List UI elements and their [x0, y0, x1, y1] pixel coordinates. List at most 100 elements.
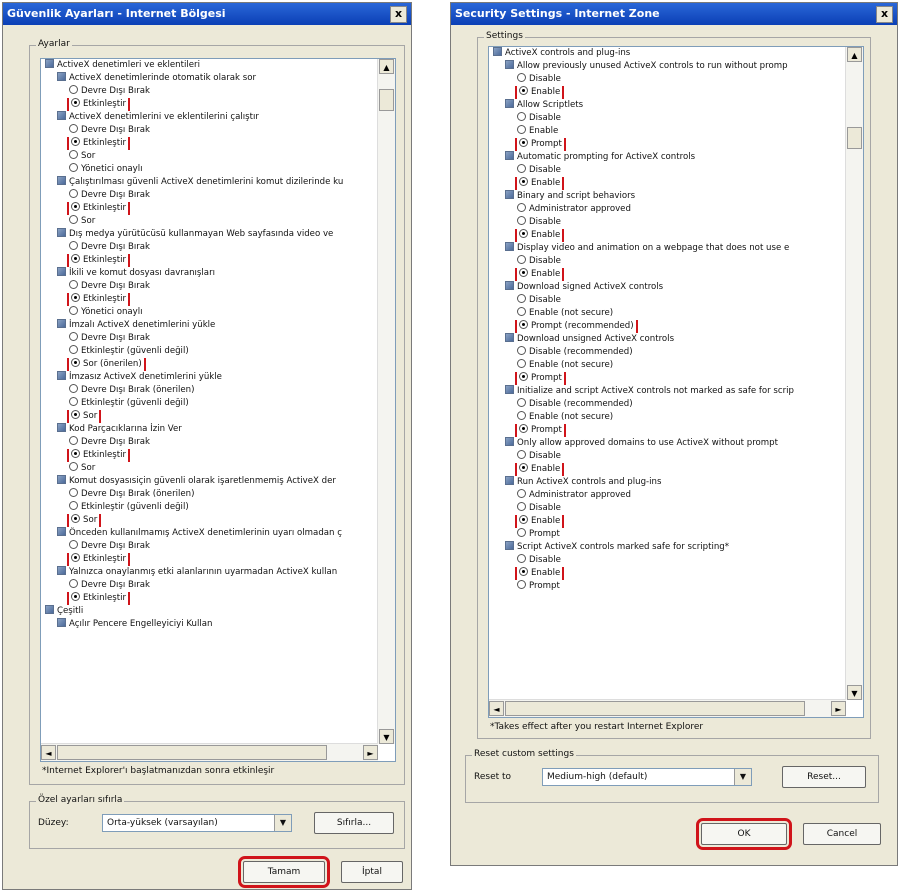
radio-icon[interactable] — [517, 450, 526, 459]
radio-icon[interactable] — [69, 163, 78, 172]
radio-selected-icon[interactable] — [71, 202, 80, 211]
radio-icon[interactable] — [69, 384, 78, 393]
radio-option[interactable]: Yönetici onaylı — [41, 306, 378, 319]
radio-icon[interactable] — [517, 216, 526, 225]
radio-selected-icon[interactable] — [519, 515, 528, 524]
radio-option[interactable]: Administrator approved — [489, 489, 846, 502]
radio-selected-icon[interactable] — [71, 449, 80, 458]
left-scroll-thumb[interactable] — [379, 89, 394, 111]
radio-option[interactable]: Devre Dışı Bırak — [41, 124, 378, 137]
radio-icon[interactable] — [517, 554, 526, 563]
right-vertical-scrollbar[interactable]: ▲ ▼ — [845, 47, 863, 700]
radio-selected-icon[interactable] — [519, 320, 528, 329]
radio-icon[interactable] — [517, 580, 526, 589]
radio-selected-icon[interactable] — [519, 463, 528, 472]
radio-icon[interactable] — [69, 306, 78, 315]
radio-option[interactable]: Enable (not secure) — [489, 359, 846, 372]
right-scroll-thumb[interactable] — [847, 127, 862, 149]
left-horizontal-scrollbar[interactable]: ◄ ► — [41, 743, 378, 761]
radio-selected-icon[interactable] — [71, 293, 80, 302]
left-reset-level-dropdown[interactable]: Orta-yüksek (varsayılan) ▼ — [102, 814, 292, 832]
radio-icon[interactable] — [69, 332, 78, 341]
right-close-button[interactable]: x — [876, 6, 893, 23]
radio-option[interactable]: Enable (not secure) — [489, 307, 846, 320]
radio-icon[interactable] — [517, 255, 526, 264]
radio-option[interactable]: Etkinleştir — [41, 553, 378, 566]
radio-option[interactable]: Devre Dışı Bırak (önerilen) — [41, 488, 378, 501]
radio-icon[interactable] — [517, 307, 526, 316]
radio-icon[interactable] — [517, 112, 526, 121]
radio-icon[interactable] — [517, 489, 526, 498]
left-close-button[interactable]: x — [390, 6, 407, 23]
radio-option[interactable]: Disable — [489, 112, 846, 125]
radio-icon[interactable] — [69, 579, 78, 588]
radio-option[interactable]: Prompt — [489, 424, 846, 437]
left-scroll-down-button[interactable]: ▼ — [379, 729, 394, 744]
radio-option[interactable]: Etkinleştir (güvenli değil) — [41, 397, 378, 410]
radio-option[interactable]: Devre Dışı Bırak — [41, 436, 378, 449]
radio-option[interactable]: Sor — [41, 462, 378, 475]
right-cancel-button[interactable]: Cancel — [803, 823, 881, 845]
radio-icon[interactable] — [69, 280, 78, 289]
radio-icon[interactable] — [517, 359, 526, 368]
radio-selected-icon[interactable] — [519, 372, 528, 381]
radio-option[interactable]: Prompt (recommended) — [489, 320, 846, 333]
radio-option[interactable]: Sor — [41, 514, 378, 527]
radio-option[interactable]: Enable — [489, 515, 846, 528]
radio-selected-icon[interactable] — [71, 98, 80, 107]
left-hscroll-thumb[interactable] — [57, 745, 327, 760]
radio-option[interactable]: Disable — [489, 216, 846, 229]
radio-icon[interactable] — [517, 502, 526, 511]
radio-option[interactable]: Devre Dışı Bırak — [41, 189, 378, 202]
radio-selected-icon[interactable] — [519, 138, 528, 147]
left-settings-list[interactable]: ActiveX denetimleri ve eklentileri Active… — [40, 58, 396, 762]
right-horizontal-scrollbar[interactable]: ◄ ► — [489, 699, 846, 717]
radio-selected-icon[interactable] — [519, 424, 528, 433]
radio-option[interactable]: Etkinleştir — [41, 254, 378, 267]
radio-option[interactable]: Devre Dışı Bırak — [41, 332, 378, 345]
radio-selected-icon[interactable] — [71, 358, 80, 367]
radio-option[interactable]: Prompt — [489, 138, 846, 151]
radio-option[interactable]: Devre Dışı Bırak — [41, 579, 378, 592]
radio-option[interactable]: Etkinleştir — [41, 592, 378, 605]
right-hscroll-thumb[interactable] — [505, 701, 805, 716]
radio-option[interactable]: Sor (önerilen) — [41, 358, 378, 371]
radio-selected-icon[interactable] — [519, 268, 528, 277]
radio-icon[interactable] — [517, 346, 526, 355]
radio-icon[interactable] — [69, 540, 78, 549]
left-scroll-up-button[interactable]: ▲ — [379, 59, 394, 74]
radio-option[interactable]: Sor — [41, 215, 378, 228]
right-scroll-up-button[interactable]: ▲ — [847, 47, 862, 62]
right-scroll-down-button[interactable]: ▼ — [847, 685, 862, 700]
radio-icon[interactable] — [69, 397, 78, 406]
left-vertical-scrollbar[interactable]: ▲ ▼ — [377, 59, 395, 744]
right-ok-button[interactable]: OK — [696, 818, 792, 850]
radio-option[interactable]: Yönetici onaylı — [41, 163, 378, 176]
radio-selected-icon[interactable] — [71, 592, 80, 601]
radio-option[interactable]: Disable — [489, 450, 846, 463]
radio-icon[interactable] — [69, 501, 78, 510]
radio-icon[interactable] — [69, 215, 78, 224]
radio-option[interactable]: Prompt — [489, 372, 846, 385]
radio-icon[interactable] — [69, 345, 78, 354]
right-scroll-left-button[interactable]: ◄ — [489, 701, 504, 716]
chevron-down-icon[interactable]: ▼ — [734, 769, 751, 785]
radio-option[interactable]: Etkinleştir (güvenli değil) — [41, 501, 378, 514]
radio-selected-icon[interactable] — [519, 86, 528, 95]
radio-option[interactable]: Disable — [489, 255, 846, 268]
radio-option[interactable]: Enable — [489, 463, 846, 476]
right-reset-button[interactable]: Reset... — [782, 766, 866, 788]
radio-selected-icon[interactable] — [71, 553, 80, 562]
radio-icon[interactable] — [69, 150, 78, 159]
left-ok-button[interactable]: Tamam — [238, 856, 330, 888]
radio-option[interactable]: Disable (recommended) — [489, 346, 846, 359]
radio-option[interactable]: Disable — [489, 164, 846, 177]
radio-option[interactable]: Disable — [489, 554, 846, 567]
radio-selected-icon[interactable] — [519, 567, 528, 576]
radio-option[interactable]: Devre Dışı Bırak — [41, 241, 378, 254]
radio-icon[interactable] — [69, 436, 78, 445]
radio-option[interactable]: Etkinleştir (güvenli değil) — [41, 345, 378, 358]
radio-icon[interactable] — [517, 73, 526, 82]
left-scroll-right-button[interactable]: ► — [363, 745, 378, 760]
radio-icon[interactable] — [69, 462, 78, 471]
